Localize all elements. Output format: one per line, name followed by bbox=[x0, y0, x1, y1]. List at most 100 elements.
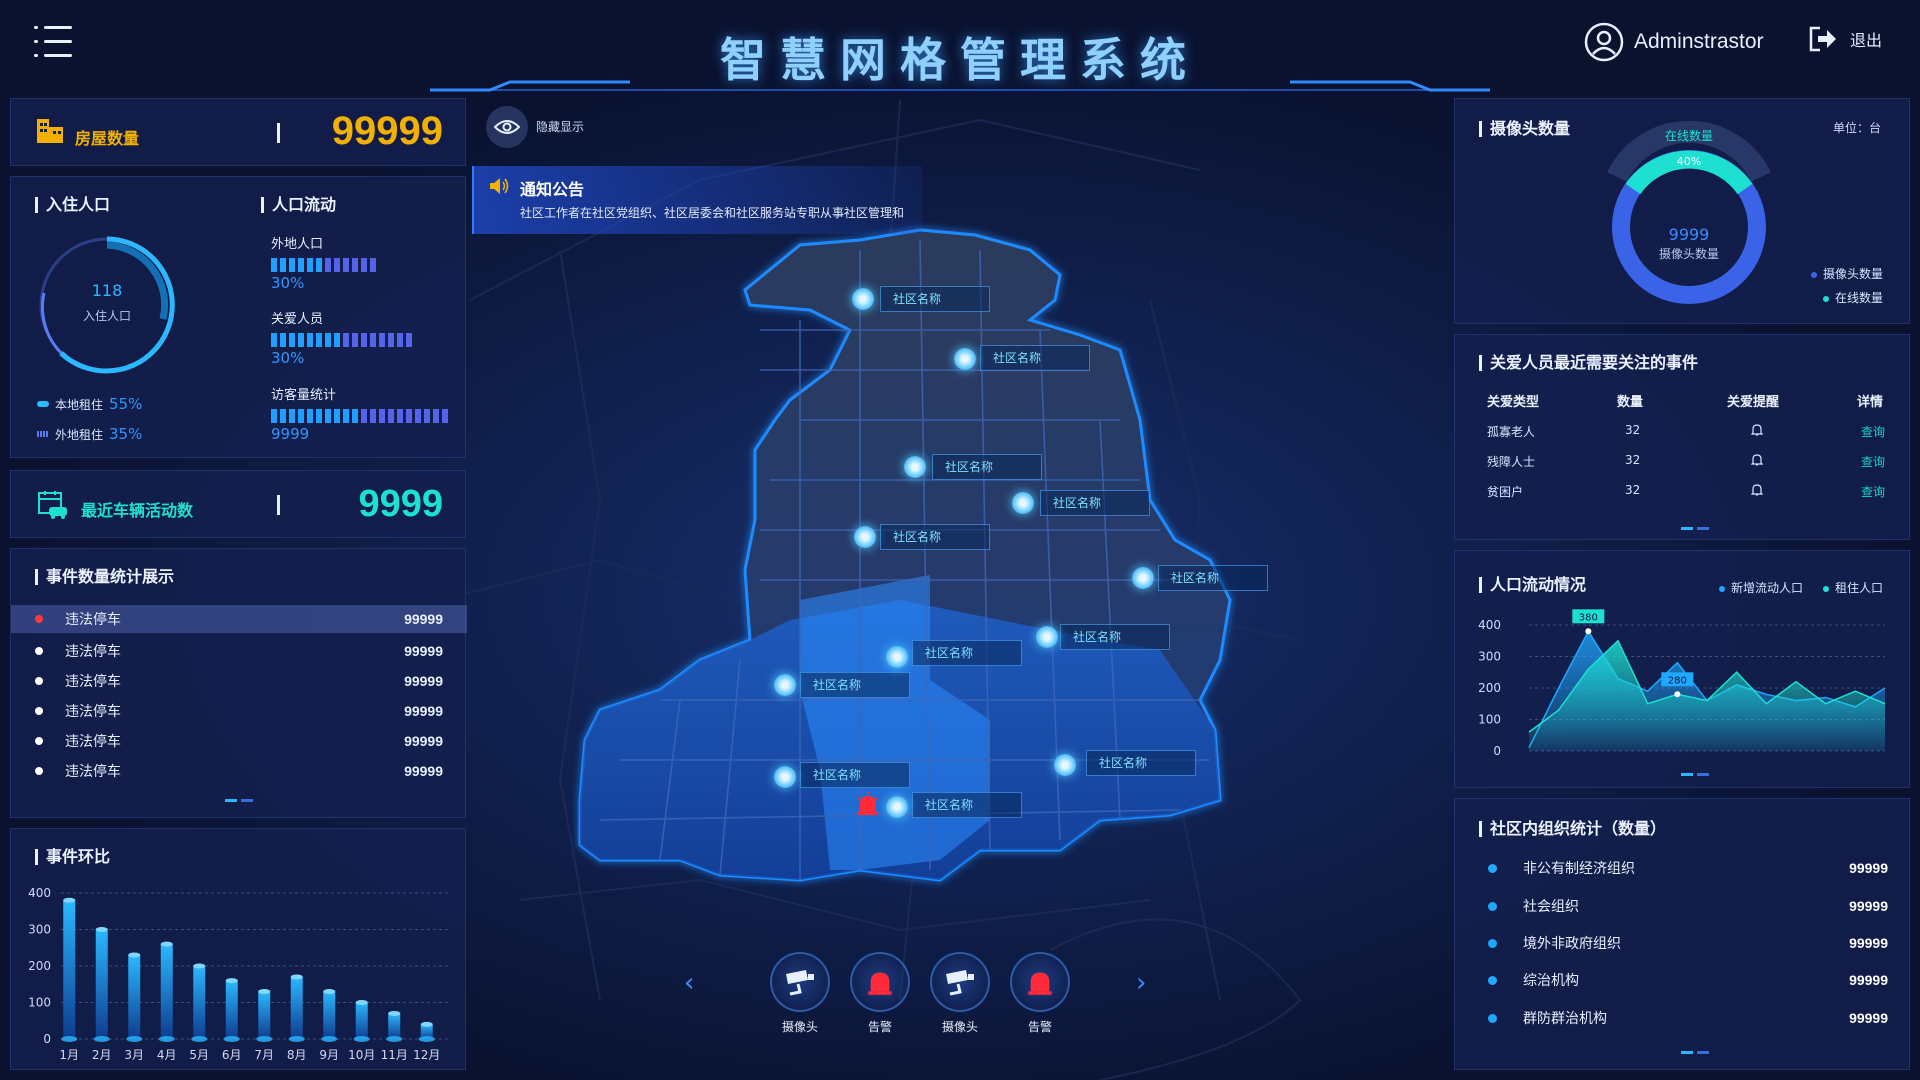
flow-bar-segment bbox=[307, 409, 313, 423]
notice-banner[interactable]: 通知公告 社区工作者在社区党组织、社区居委会和社区服务站专职从事社区管理和 bbox=[472, 166, 922, 234]
population-title: 入住人口 bbox=[35, 197, 110, 213]
query-link[interactable]: 查询 bbox=[1861, 453, 1885, 470]
flow-bar-segment bbox=[289, 409, 295, 423]
community-label[interactable]: 社区名称 bbox=[1060, 624, 1170, 650]
event-value: 99999 bbox=[404, 763, 443, 779]
event-row[interactable]: 违法停车 99999 bbox=[11, 697, 467, 725]
population-flow-title: 人口流动情况 bbox=[1479, 577, 1586, 593]
org-row[interactable]: 群防群治机构 99999 bbox=[1488, 1008, 1888, 1028]
y-tick-label: 100 bbox=[1478, 713, 1501, 727]
toggle-visibility-button[interactable] bbox=[486, 106, 528, 148]
query-link[interactable]: 查询 bbox=[1861, 423, 1885, 440]
community-label[interactable]: 社区名称 bbox=[980, 345, 1090, 371]
community-pin-icon[interactable] bbox=[904, 456, 926, 478]
bell-icon[interactable] bbox=[1751, 423, 1763, 437]
bottom-nav-label: 告警 bbox=[867, 1020, 892, 1034]
org-row[interactable]: 境外非政府组织 99999 bbox=[1488, 933, 1888, 953]
x-tick-label: 7月 bbox=[254, 1048, 274, 1062]
flow-bar-segment bbox=[289, 258, 295, 272]
community-label[interactable]: 社区名称 bbox=[880, 524, 990, 550]
camera-online-label: 在线数量 bbox=[1664, 129, 1713, 143]
community-label[interactable]: 社区名称 bbox=[912, 640, 1022, 666]
flow-bar-segment bbox=[352, 258, 358, 272]
bell-icon[interactable] bbox=[1751, 453, 1763, 467]
community-pin-icon[interactable] bbox=[886, 646, 908, 668]
org-value: 99999 bbox=[1849, 860, 1888, 876]
flow-bar-segment bbox=[307, 333, 313, 347]
community-pin-icon[interactable] bbox=[852, 288, 874, 310]
x-tick-label: 10月 bbox=[348, 1048, 375, 1062]
next-arrow-icon[interactable]: › bbox=[1136, 968, 1146, 998]
y-tick-label: 300 bbox=[1478, 650, 1501, 664]
camera-icon bbox=[786, 970, 814, 996]
community-pin-icon[interactable] bbox=[1132, 567, 1154, 589]
community-label[interactable]: 社区名称 bbox=[880, 286, 990, 312]
bar-cap bbox=[258, 989, 271, 995]
query-link[interactable]: 查询 bbox=[1861, 483, 1885, 500]
community-label[interactable]: 社区名称 bbox=[800, 762, 910, 788]
community-label[interactable]: 社区名称 bbox=[1040, 490, 1150, 516]
event-row[interactable]: 违法停车 99999 bbox=[11, 605, 467, 633]
bottom-nav-alarm[interactable]: 告警 bbox=[1006, 952, 1074, 1034]
bar-cap bbox=[193, 963, 206, 969]
logout-label: 退出 bbox=[1850, 31, 1883, 50]
org-pager[interactable] bbox=[1681, 1051, 1709, 1054]
community-pin-icon[interactable] bbox=[1054, 754, 1076, 776]
community-pin-icon[interactable] bbox=[774, 766, 796, 788]
camera-panel: 摄像头数量 单位：台 在线数量 40% 9999 摄像头数量 摄像头数量 在线数… bbox=[1454, 98, 1910, 324]
event-name: 违法停车 bbox=[65, 734, 121, 750]
community-pin-icon[interactable] bbox=[886, 796, 908, 818]
bar-base bbox=[256, 1036, 273, 1042]
flow-bar-segment bbox=[298, 258, 304, 272]
bar bbox=[258, 991, 271, 1039]
user-menu[interactable]: Adminstrastor bbox=[1584, 22, 1764, 62]
alarm-icon bbox=[1028, 972, 1052, 995]
logout-button[interactable]: 退出 bbox=[1808, 26, 1882, 52]
y-tick-label: 0 bbox=[43, 1032, 51, 1046]
bottom-nav-alarm[interactable]: 告警 bbox=[846, 952, 914, 1034]
org-row[interactable]: 社会组织 99999 bbox=[1488, 896, 1888, 916]
local-rent-legend: 本地租住 55% bbox=[37, 395, 142, 413]
flow-pager[interactable] bbox=[1681, 773, 1709, 776]
events-pager[interactable] bbox=[225, 799, 253, 802]
community-label[interactable]: 社区名称 bbox=[1086, 750, 1196, 776]
community-pin-icon[interactable] bbox=[954, 348, 976, 370]
community-pin-icon[interactable] bbox=[1012, 492, 1034, 514]
flow-bar-segment bbox=[415, 409, 421, 423]
bottom-nav-camera[interactable]: 摄像头 bbox=[766, 952, 834, 1034]
community-label[interactable]: 社区名称 bbox=[912, 792, 1022, 818]
house-count-label: 房屋数量 bbox=[75, 129, 140, 148]
bottom-nav-camera[interactable]: 摄像头 bbox=[926, 952, 994, 1034]
community-pin-icon[interactable] bbox=[854, 526, 876, 548]
org-row[interactable]: 非公有制经济组织 99999 bbox=[1488, 858, 1888, 878]
event-row[interactable]: 违法停车 99999 bbox=[11, 727, 467, 755]
org-name: 境外非政府组织 bbox=[1523, 936, 1621, 952]
event-row[interactable]: 违法停车 99999 bbox=[11, 757, 467, 785]
community-pin-icon[interactable] bbox=[1036, 626, 1058, 648]
community-label[interactable]: 社区名称 bbox=[800, 672, 910, 698]
event-value: 99999 bbox=[404, 703, 443, 719]
bar-cap bbox=[225, 978, 238, 984]
care-count: 32 bbox=[1625, 483, 1641, 497]
org-title: 社区内组织统计（数量） bbox=[1479, 821, 1666, 837]
legend-label: 在线数量 bbox=[1835, 291, 1884, 305]
bar bbox=[95, 929, 108, 1039]
care-pager[interactable] bbox=[1681, 527, 1709, 530]
alarm-icon bbox=[868, 972, 892, 995]
event-row[interactable]: 违法停车 99999 bbox=[11, 637, 467, 665]
population-panel: 入住人口 118 入住人口 本地租住 55% 外地租住 35% 人口流动 外地人… bbox=[10, 176, 466, 458]
event-name: 违法停车 bbox=[65, 612, 121, 628]
prev-arrow-icon[interactable]: ‹ bbox=[684, 968, 694, 998]
alarm-icon[interactable] bbox=[856, 792, 880, 816]
community-label[interactable]: 社区名称 bbox=[932, 454, 1042, 480]
community-pin-icon[interactable] bbox=[774, 674, 796, 696]
vehicle-calendar-icon bbox=[38, 491, 67, 519]
org-row[interactable]: 综治机构 99999 bbox=[1488, 970, 1888, 990]
community-label[interactable]: 社区名称 bbox=[1158, 565, 1268, 591]
bell-icon[interactable] bbox=[1751, 483, 1763, 497]
bar bbox=[290, 976, 303, 1039]
y-tick-label: 200 bbox=[28, 959, 51, 973]
menu-icon[interactable] bbox=[34, 26, 72, 58]
event-row[interactable]: 违法停车 99999 bbox=[11, 667, 467, 695]
org-name: 非公有制经济组织 bbox=[1523, 861, 1635, 877]
